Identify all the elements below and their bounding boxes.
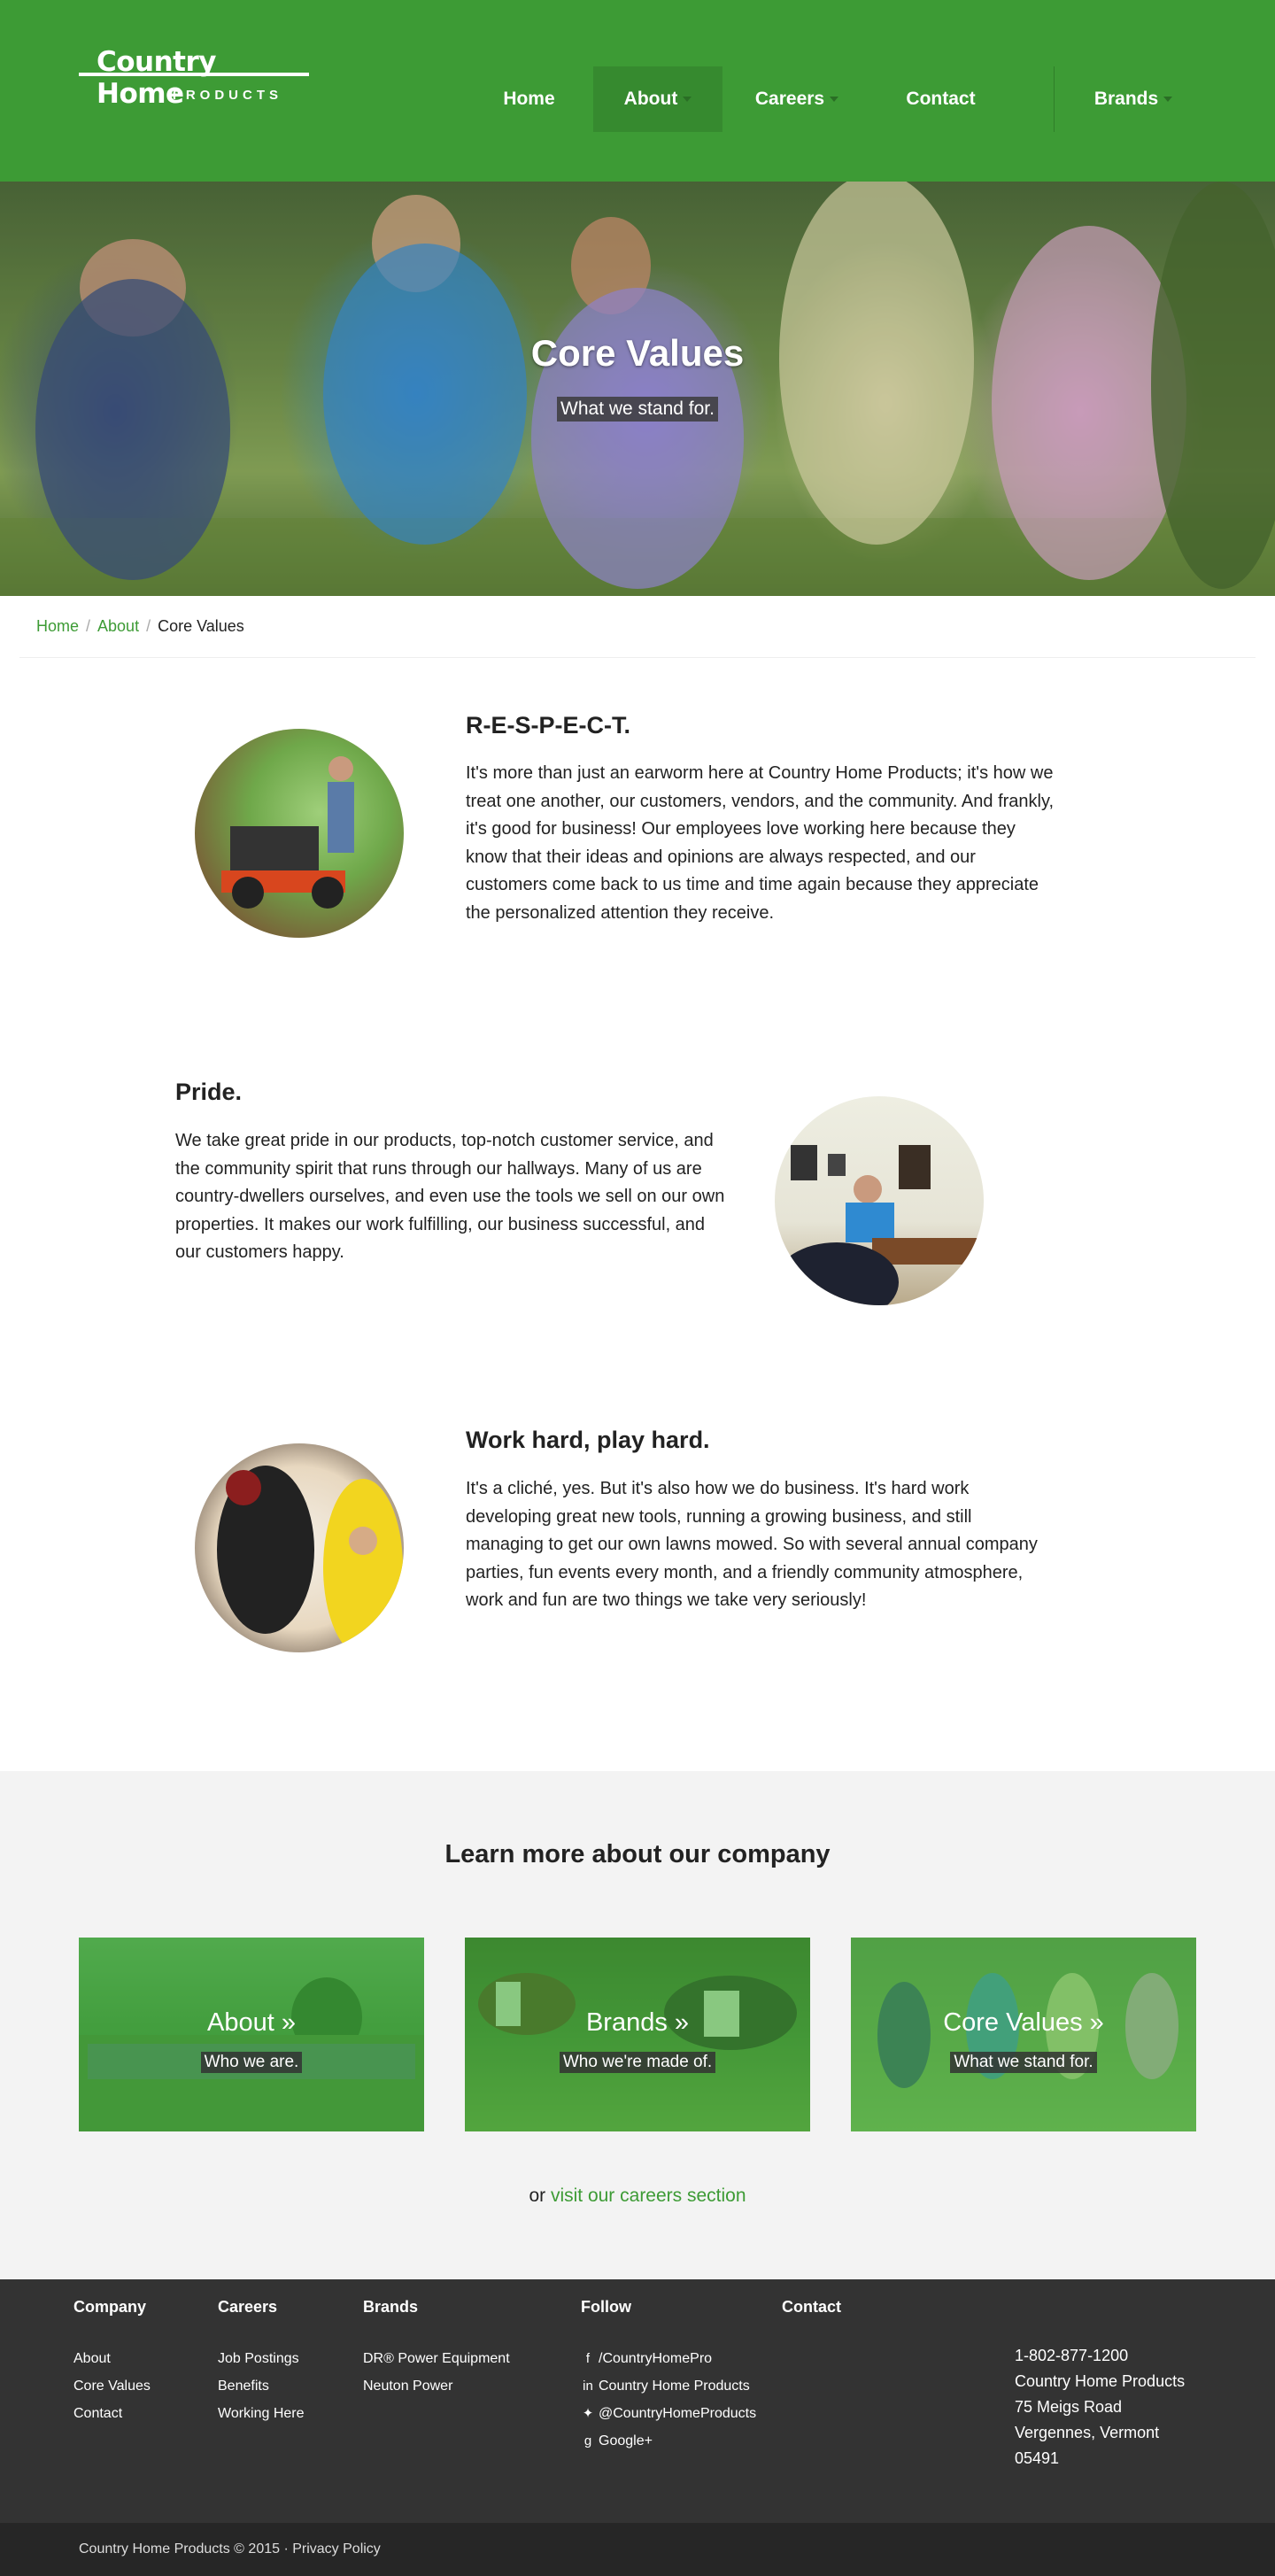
footer-link-dr-power[interactable]: DR® Power Equipment (363, 2345, 510, 2372)
card-about[interactable]: About » Who we are. (79, 1938, 424, 2131)
chevron-down-icon (1163, 97, 1173, 103)
linkedin-icon: in (583, 2379, 593, 2394)
careers-prefix: or (529, 2185, 551, 2206)
nav-careers-label: Careers (754, 89, 825, 109)
nav-brands[interactable]: Brands (1071, 66, 1195, 132)
nav-about[interactable]: About (593, 66, 722, 132)
footer-link-google-plus[interactable]: g Google+ (581, 2427, 756, 2455)
site-header: Country Home PRODUCTS Home About Careers… (0, 0, 1275, 182)
card-core-values-title: Core Values » (943, 2008, 1104, 2037)
footer-link-about[interactable]: About (73, 2345, 151, 2372)
facebook-label: /CountryHomePro (599, 2351, 713, 2366)
value-respect-image (195, 729, 404, 938)
breadcrumb-home[interactable]: Home (36, 617, 79, 635)
main-nav: Home About Careers Contact Brands (0, 66, 1275, 132)
twitter-icon: ✦ (582, 2406, 594, 2421)
footer-link-facebook[interactable]: f/CountryHomePro (581, 2345, 756, 2372)
nav-home-label: Home (503, 89, 555, 109)
card-about-title: About » (207, 2008, 296, 2037)
google-plus-icon: g (583, 2433, 592, 2448)
careers-callout: or visit our careers section (0, 2185, 1275, 2207)
nav-brands-label: Brands (1093, 89, 1159, 109)
nav-contact-label: Contact (906, 89, 976, 109)
footer-zip: 05491 (1015, 2449, 1060, 2467)
twitter-label: @CountryHomeProducts (599, 2406, 757, 2421)
footer-link-linkedin[interactable]: in Country Home Products (581, 2372, 756, 2400)
footer-company-name: Country Home Products (1015, 2372, 1186, 2390)
card-about-subtitle: Who we are. (200, 2052, 303, 2073)
nav-home[interactable]: Home (478, 66, 580, 132)
card-core-values[interactable]: Core Values » What we stand for. (851, 1938, 1196, 2131)
value-workhard-text: It's a cliché, yes. But it's also how we… (466, 1479, 1038, 1610)
value-pride-title: Pride. (175, 1079, 243, 1105)
careers-link[interactable]: visit our careers section (551, 2185, 746, 2206)
page-title: Core Values (530, 332, 745, 374)
site-footer: Company About Core Values Contact Career… (0, 2279, 1275, 2523)
footer-brands-list: DR® Power Equipment Neuton Power (363, 2345, 510, 2400)
footer-brands-heading: Brands (363, 2298, 419, 2316)
hero-overlay (0, 182, 1275, 596)
page-subtitle: What we stand for. (557, 397, 718, 422)
breadcrumb-about[interactable]: About (97, 617, 139, 635)
mower-photo (221, 756, 354, 909)
hero-subtitle-wrap: What we stand for. (0, 397, 1275, 422)
footer-link-contact[interactable]: Contact (73, 2400, 151, 2427)
footer-link-core-values[interactable]: Core Values (73, 2372, 151, 2400)
copyright-text: Country Home Products © 2015 · Privacy P… (79, 2541, 381, 2557)
breadcrumb-current: Core Values (158, 617, 244, 635)
office-photo (775, 1145, 984, 1305)
learn-more-section: Learn more about our company About » Who… (0, 1771, 1275, 2279)
footer-contact-heading: Contact (782, 2298, 841, 2316)
breadcrumb-divider (19, 657, 1256, 658)
footer-company-list: About Core Values Contact (73, 2345, 151, 2427)
footer-link-neuton[interactable]: Neuton Power (363, 2372, 510, 2400)
footer-link-benefits[interactable]: Benefits (218, 2372, 305, 2400)
nav-divider (1054, 66, 1055, 132)
value-respect-title: R-E-S-P-E-C-T. (466, 712, 630, 739)
value-workhard-image (195, 1443, 404, 1652)
nav-about-label: About (623, 89, 678, 109)
chevron-down-icon (683, 97, 692, 103)
learn-more-heading-bold: Learn more (444, 1840, 585, 1868)
breadcrumb-separator: / (86, 617, 91, 635)
footer-bottom-bar: Country Home Products © 2015 · Privacy P… (0, 2523, 1275, 2576)
footer-link-twitter[interactable]: ✦ @CountryHomeProducts (581, 2400, 756, 2427)
value-workhard-title: Work hard, play hard. (466, 1427, 710, 1453)
card-brands[interactable]: Brands » Who we're made of. (465, 1938, 810, 2131)
footer-careers-list: Job Postings Benefits Working Here (218, 2345, 305, 2427)
google-plus-label: Google+ (599, 2433, 653, 2448)
learn-more-heading-rest: about our company (584, 1840, 831, 1868)
footer-follow-heading: Follow (581, 2298, 631, 2316)
card-brands-subtitle: Who we're made of. (559, 2052, 716, 2073)
card-sub-wrap: What we stand for. (851, 2052, 1196, 2073)
card-sub-wrap: Who we're made of. (465, 2052, 810, 2073)
footer-city: Vergennes, Vermont (1015, 2424, 1160, 2441)
chevron-down-icon (830, 97, 839, 103)
footer-careers-heading: Careers (218, 2298, 278, 2316)
footer-link-working-here[interactable]: Working Here (218, 2400, 305, 2427)
footer-phone[interactable]: 1-802-877-1200 (1015, 2343, 1185, 2369)
value-pride-text: We take great pride in our products, top… (175, 1131, 725, 1262)
hero-banner (0, 182, 1275, 596)
costume-photo (217, 1466, 403, 1652)
footer-link-job-postings[interactable]: Job Postings (218, 2345, 305, 2372)
card-core-values-subtitle: What we stand for. (950, 2052, 1097, 2073)
breadcrumb-separator: / (146, 617, 151, 635)
footer-street: 75 Meigs Road (1015, 2398, 1123, 2416)
breadcrumb: Home / About / Core Values (36, 617, 244, 636)
card-brands-title: Brands » (585, 2008, 690, 2037)
card-sub-wrap: Who we are. (79, 2052, 424, 2073)
value-pride-image (775, 1096, 984, 1305)
footer-contact-info: 1-802-877-1200 Country Home Products 75 … (1015, 2343, 1185, 2472)
learn-more-heading: Learn more about our company (0, 1840, 1275, 1869)
value-respect-text: It's more than just an earworm here at C… (466, 763, 1055, 923)
linkedin-label: Country Home Products (599, 2379, 750, 2394)
facebook-icon: f (585, 2351, 591, 2366)
footer-follow-list: f/CountryHomePro in Country Home Products… (581, 2345, 756, 2455)
footer-company-heading: Company (73, 2298, 147, 2316)
nav-contact[interactable]: Contact (885, 66, 996, 132)
nav-careers[interactable]: Careers (735, 66, 859, 132)
